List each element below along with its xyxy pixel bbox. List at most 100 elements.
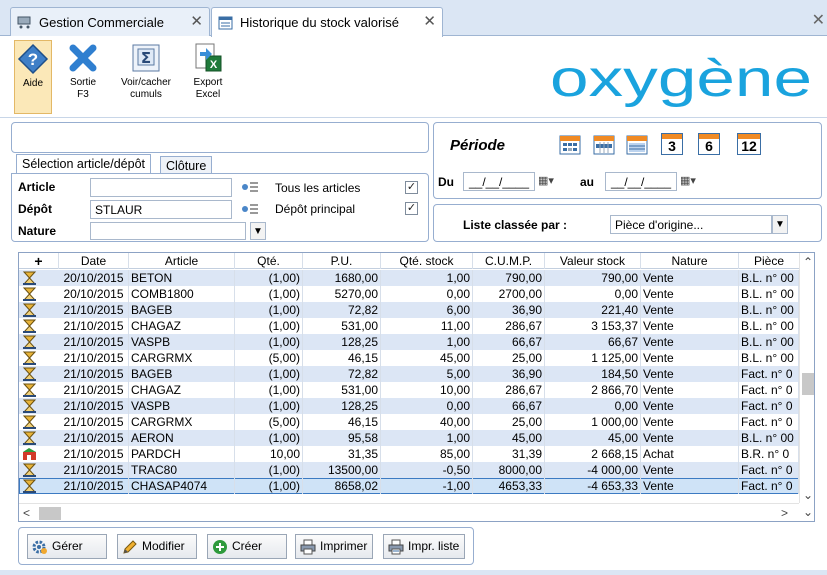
table-row[interactable]: 21/10/2015 PARDCH 10,00 31,35 85,00 31,39 2 66… <box>19 446 799 462</box>
imprimer-label: Imprimer <box>320 539 368 553</box>
scroll-down-icon[interactable]: ⌄ <box>803 506 813 518</box>
cell-cump: 4653,33 <box>473 478 545 494</box>
sale-icon <box>22 351 37 365</box>
add-column-button[interactable]: + <box>19 253 59 269</box>
cell-piece: Fact. n° 0 <box>739 478 799 494</box>
close-window-icon[interactable]: ✕ <box>812 10 825 30</box>
list-picker-icon[interactable] <box>241 180 259 194</box>
gerer-button[interactable]: Gérer <box>27 534 107 559</box>
col-header-valeur-stock[interactable]: Valeur stock <box>545 253 641 269</box>
calendar-12-months-button[interactable]: 12 <box>737 133 761 155</box>
sale-icon <box>22 303 37 317</box>
cell-date: 21/10/2015 <box>59 414 129 430</box>
vertical-scrollbar[interactable]: ⌃ ⌄ <box>799 253 814 503</box>
cell-date: 21/10/2015 <box>59 350 129 366</box>
aide-button[interactable]: ? Aide <box>14 40 52 114</box>
table-row[interactable]: 21/10/2015 VASPB (1,00) 128,25 0,00 66,67 0,00… <box>19 398 799 414</box>
cell-valeur: 45,00 <box>545 430 641 446</box>
tous-articles-checkbox[interactable]: ✓ <box>405 181 418 194</box>
export-label-1: Export <box>193 77 223 88</box>
cell-date: 21/10/2015 <box>59 302 129 318</box>
calendar-month-icon[interactable] <box>626 133 648 155</box>
tab-cloture[interactable]: Clôture <box>160 156 213 174</box>
tri-dropdown-button[interactable]: ▼ <box>772 215 788 234</box>
calendar-day-icon[interactable] <box>559 133 581 155</box>
export-excel-button[interactable]: X Export Excel <box>186 40 230 114</box>
cell-qte: (1,00) <box>235 366 303 382</box>
cell-qstock: 85,00 <box>381 446 473 462</box>
tab-selection-article-depot[interactable]: Sélection article/dépôt <box>16 154 151 174</box>
table-row[interactable]: 21/10/2015 BAGEB (1,00) 72,82 5,00 36,90 184,5… <box>19 366 799 382</box>
depot-principal-checkbox[interactable]: ✓ <box>405 202 418 215</box>
col-header-article[interactable]: Article <box>129 253 235 269</box>
scroll-right-icon[interactable]: > <box>781 507 788 519</box>
cell-article: BETON <box>129 270 235 286</box>
cell-piece: B.R. n° 0 <box>739 446 799 462</box>
table-row[interactable]: 21/10/2015 TRAC80 (1,00) 13500,00 -0,50 8000,… <box>19 462 799 478</box>
table-row[interactable]: 21/10/2015 CARGRMX (5,00) 46,15 45,00 25,00 1 … <box>19 350 799 366</box>
cell-cump: 286,67 <box>473 382 545 398</box>
date-au-input[interactable]: __/__/____ <box>605 172 677 191</box>
list-picker-icon[interactable] <box>241 202 259 216</box>
status-strip <box>0 570 827 575</box>
sortie-button[interactable]: Sortie F3 <box>60 40 106 114</box>
table-row[interactable]: 21/10/2015 BAGEB (1,00) 72,82 6,00 36,90 221,4… <box>19 302 799 318</box>
horizontal-scrollbar[interactable]: < > <box>19 503 799 521</box>
scroll-left-icon[interactable]: < <box>23 507 30 519</box>
cell-article: CHAGAZ <box>129 382 235 398</box>
col-header-date[interactable]: Date <box>59 253 129 269</box>
depot-input[interactable]: STLAUR <box>90 200 232 219</box>
col-header-cump[interactable]: C.U.M.P. <box>473 253 545 269</box>
table-row[interactable]: 21/10/2015 CHAGAZ (1,00) 531,00 11,00 286,67 3… <box>19 318 799 334</box>
cell-valeur: -4 000,00 <box>545 462 641 478</box>
imprimer-button[interactable]: Imprimer <box>295 534 373 559</box>
exit-x-icon <box>69 44 97 72</box>
modifier-button[interactable]: Modifier <box>117 534 197 559</box>
table-row[interactable]: 21/10/2015 AERON (1,00) 95,58 1,00 45,00 45,00… <box>19 430 799 446</box>
cumuls-label-2: cumuls <box>130 89 162 100</box>
col-header-qte-stock[interactable]: Qté. stock <box>381 253 473 269</box>
scroll-down-icon[interactable]: ⌄ <box>803 489 813 501</box>
tab-gestion-commerciale[interactable]: Gestion Commerciale ✕ <box>10 7 210 36</box>
table-row[interactable]: 21/10/2015 CHASAP4074 (1,00) 8658,02 -1,00 46… <box>19 478 799 494</box>
horizontal-scroll-thumb[interactable] <box>39 507 61 520</box>
svg-text:Σ: Σ <box>141 49 151 67</box>
tous-articles-label: Tous les articles <box>275 181 361 195</box>
tab-historique-stock[interactable]: Historique du stock valorisé ✕ <box>211 7 443 37</box>
cell-pu: 1680,00 <box>303 270 381 286</box>
col-header-pu[interactable]: P.U. <box>303 253 381 269</box>
cell-date: 21/10/2015 <box>59 318 129 334</box>
col-header-piece[interactable]: Pièce <box>739 253 799 269</box>
article-input[interactable] <box>90 178 232 197</box>
nature-select[interactable] <box>90 222 246 240</box>
col-header-nature[interactable]: Nature <box>641 253 739 269</box>
voir-cacher-cumuls-button[interactable]: Σ Voir/cacher cumuls <box>116 40 176 114</box>
calendar-6-months-button[interactable]: 6 <box>698 133 720 155</box>
cell-cump: 25,00 <box>473 350 545 366</box>
sale-icon <box>22 287 37 301</box>
table-row[interactable]: 21/10/2015 CARGRMX (5,00) 46,15 40,00 25,00 1 … <box>19 414 799 430</box>
close-tab-icon[interactable]: ✕ <box>423 14 436 29</box>
table-row[interactable]: 20/10/2015 COMB1800 (1,00) 5270,00 0,00 2700,… <box>19 286 799 302</box>
table-row[interactable]: 21/10/2015 CHAGAZ (1,00) 531,00 10,00 286,67 2… <box>19 382 799 398</box>
table-row[interactable]: 20/10/2015 BETON (1,00) 1680,00 1,00 790,00 79… <box>19 270 799 286</box>
cell-pu: 31,35 <box>303 446 381 462</box>
scroll-up-icon[interactable]: ⌃ <box>803 256 813 268</box>
cell-qstock: 0,00 <box>381 398 473 414</box>
cell-date: 21/10/2015 <box>59 382 129 398</box>
tri-select[interactable]: Pièce d'origine... <box>610 215 772 234</box>
cell-cump: 66,67 <box>473 334 545 350</box>
calendar-week-icon[interactable] <box>593 133 615 155</box>
cell-piece: B.L. n° 00 <box>739 302 799 318</box>
nature-dropdown-button[interactable]: ▼ <box>250 222 266 240</box>
calendar-dropdown-icon[interactable]: ▦▾ <box>680 174 696 187</box>
col-header-qte[interactable]: Qté. <box>235 253 303 269</box>
calendar-dropdown-icon[interactable]: ▦▾ <box>538 174 554 187</box>
table-row[interactable]: 21/10/2015 VASPB (1,00) 128,25 1,00 66,67 66,6… <box>19 334 799 350</box>
creer-button[interactable]: Créer <box>207 534 287 559</box>
calendar-3-months-button[interactable]: 3 <box>661 133 683 155</box>
close-tab-icon[interactable]: ✕ <box>190 14 203 29</box>
vertical-scroll-thumb[interactable] <box>802 373 814 395</box>
impr-liste-button[interactable]: Impr. liste <box>383 534 465 559</box>
date-du-input[interactable]: __/__/____ <box>463 172 535 191</box>
